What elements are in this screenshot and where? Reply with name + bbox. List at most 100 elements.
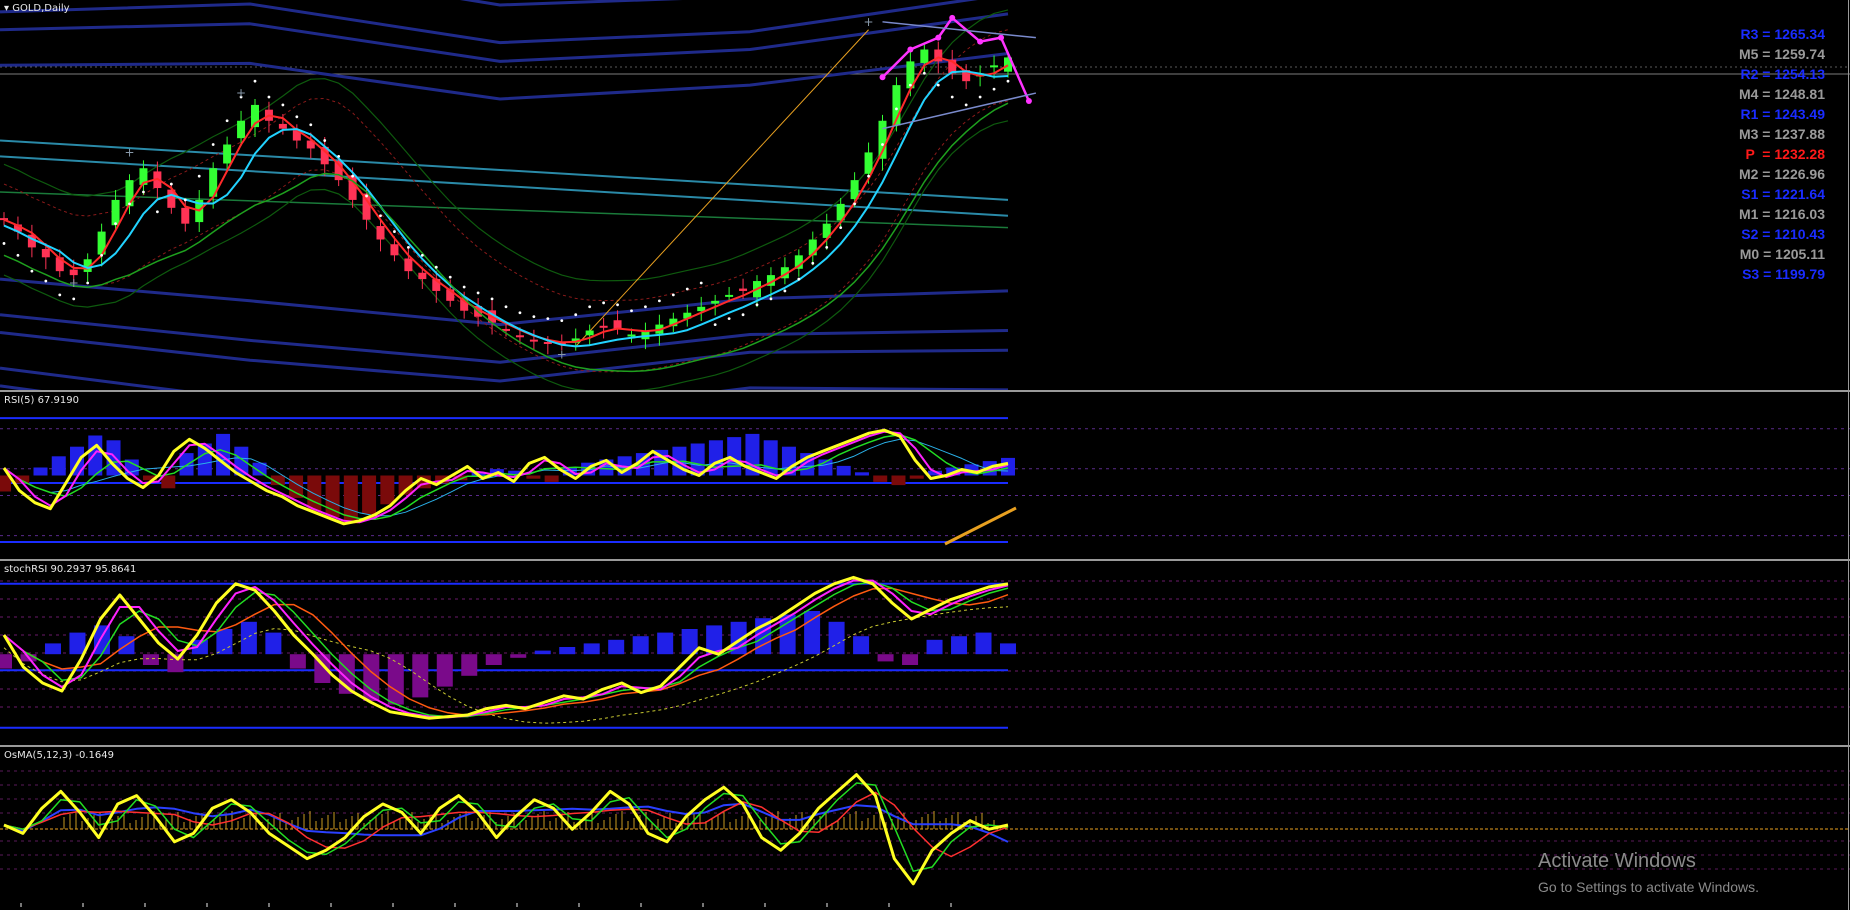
sar-dot	[797, 277, 801, 281]
sar-dot	[309, 123, 313, 127]
time-axis-tick	[20, 903, 22, 907]
time-axis	[0, 903, 1010, 910]
sar-dot	[295, 115, 299, 119]
stoch-histogram-bar	[853, 636, 870, 655]
stoch-histogram-bar	[216, 629, 233, 655]
stoch-histogram-bar	[289, 654, 306, 669]
rsi-histogram-bar	[33, 467, 48, 476]
candle-body	[585, 330, 594, 336]
pivot-level-m0: M0 = 1205.11	[1715, 244, 1825, 264]
pivot-label: S1	[1741, 186, 1759, 202]
osma-signal-red	[3, 791, 1009, 858]
swing-marker: +	[125, 145, 135, 159]
time-axis-tick	[764, 903, 766, 907]
time-axis-tick	[392, 903, 394, 907]
sar-dot	[211, 143, 215, 146]
pattern-point	[935, 34, 942, 41]
candle-body	[418, 272, 427, 280]
stoch-pane[interactable]: stochRSI 90.2937 95.8641	[0, 561, 1850, 745]
rsi-histogram-bar	[179, 453, 194, 476]
sar-dot	[58, 293, 62, 297]
sar-dot	[86, 281, 90, 285]
candle-body	[41, 248, 50, 258]
pivot-equals: =	[1758, 226, 1775, 242]
pivot-value: 1265.34	[1774, 26, 1825, 42]
pattern-point	[907, 46, 914, 53]
stoch-histogram-bar	[583, 643, 600, 655]
pivot-label: R2	[1740, 66, 1759, 82]
sar-dot	[811, 261, 815, 265]
pivot-label: R3	[1740, 26, 1759, 42]
stoch-histogram-bar	[44, 643, 61, 655]
sar-dot	[142, 190, 145, 194]
pattern-point	[879, 74, 886, 81]
trend-line	[575, 29, 869, 347]
candle-body	[404, 258, 413, 272]
rsi-line	[2, 428, 1009, 526]
candle-body	[739, 288, 748, 291]
pivot-label: S2	[1741, 226, 1759, 242]
sar-dot	[657, 299, 661, 303]
stoch-histogram-bar	[657, 632, 674, 655]
candle-body	[278, 123, 287, 129]
rsi-histogram-bar	[161, 475, 176, 489]
swing-marker: +	[69, 276, 79, 290]
stoch-histogram-bar	[142, 654, 159, 665]
pivot-levels-panel: R3 = 1265.34 M5 = 1259.74 R2 = 1254.13 M4 =…	[1715, 24, 1825, 284]
rsi-histogram-bar	[836, 465, 851, 476]
sar-dot	[169, 182, 173, 186]
stoch-histogram-bar	[902, 654, 919, 665]
sar-dot	[713, 323, 717, 326]
pattern-point	[949, 14, 956, 21]
rsi-pane[interactable]: RSI(5) 67.9190	[0, 392, 1850, 559]
stoch-histogram-bar	[951, 636, 968, 655]
rsi-histogram-bar	[526, 475, 541, 479]
sar-dot	[490, 297, 494, 301]
sar-dot	[769, 297, 773, 301]
candle-body	[613, 320, 622, 329]
sar-dot	[574, 313, 578, 317]
pivot-value: 1210.43	[1774, 226, 1825, 242]
rsi-pane-title: RSI(5) 67.9190	[4, 395, 79, 406]
sar-dot	[434, 265, 438, 269]
rsi-histogram-bar	[763, 440, 778, 476]
sar-dot	[671, 293, 675, 297]
pivot-level-m3: M3 = 1237.88	[1715, 124, 1825, 144]
candle-body	[223, 144, 232, 164]
pattern-point	[998, 34, 1005, 41]
stoch-histogram-bar	[828, 621, 845, 655]
sar-dot	[741, 313, 745, 317]
pivot-label: M5	[1738, 46, 1759, 62]
pivot-level-s1: S1 = 1221.64	[1715, 184, 1825, 204]
pivot-equals: =	[1758, 126, 1775, 142]
sar-dot	[197, 174, 201, 178]
rsi-histogram-bar	[380, 475, 395, 505]
price-pane[interactable]: + + + + + ▾ GOLD,Daily R3 = 1265.34 M5 = 1259…	[0, 0, 1850, 390]
sar-dot	[225, 119, 229, 123]
sar-dot	[504, 305, 508, 309]
pivot-value: 1232.28	[1774, 146, 1825, 162]
pivot-level-r3: R3 = 1265.34	[1715, 24, 1825, 44]
stoch-histogram-bar	[559, 647, 576, 655]
stoch-pane-title: stochRSI 90.2937 95.8641	[4, 564, 137, 575]
pivot-label: M1	[1738, 206, 1759, 222]
pivot-equals: =	[1758, 206, 1775, 222]
sar-dot	[448, 275, 452, 279]
stoch-histogram-bar	[632, 636, 649, 655]
time-axis-tick	[950, 903, 952, 907]
sar-dot	[825, 246, 829, 249]
sar-dot	[337, 154, 341, 158]
sar-dot	[546, 317, 550, 321]
moving-average-fast	[3, 70, 1009, 348]
sar-dot	[379, 214, 382, 218]
sar-dot	[476, 291, 480, 295]
collapse-arrow-icon[interactable]: ▾	[4, 3, 9, 14]
pattern-point	[977, 38, 984, 45]
price-pane-title: ▾ GOLD,Daily	[4, 3, 70, 14]
sar-dot	[365, 194, 368, 198]
stoch-histogram-bar	[69, 632, 86, 655]
windows-activation-watermark: Activate Windows Go to Settings to activ…	[1538, 850, 1759, 895]
sar-dot	[114, 222, 117, 226]
price-chart: + + + + +	[0, 0, 1850, 390]
sar-dot	[964, 103, 968, 107]
